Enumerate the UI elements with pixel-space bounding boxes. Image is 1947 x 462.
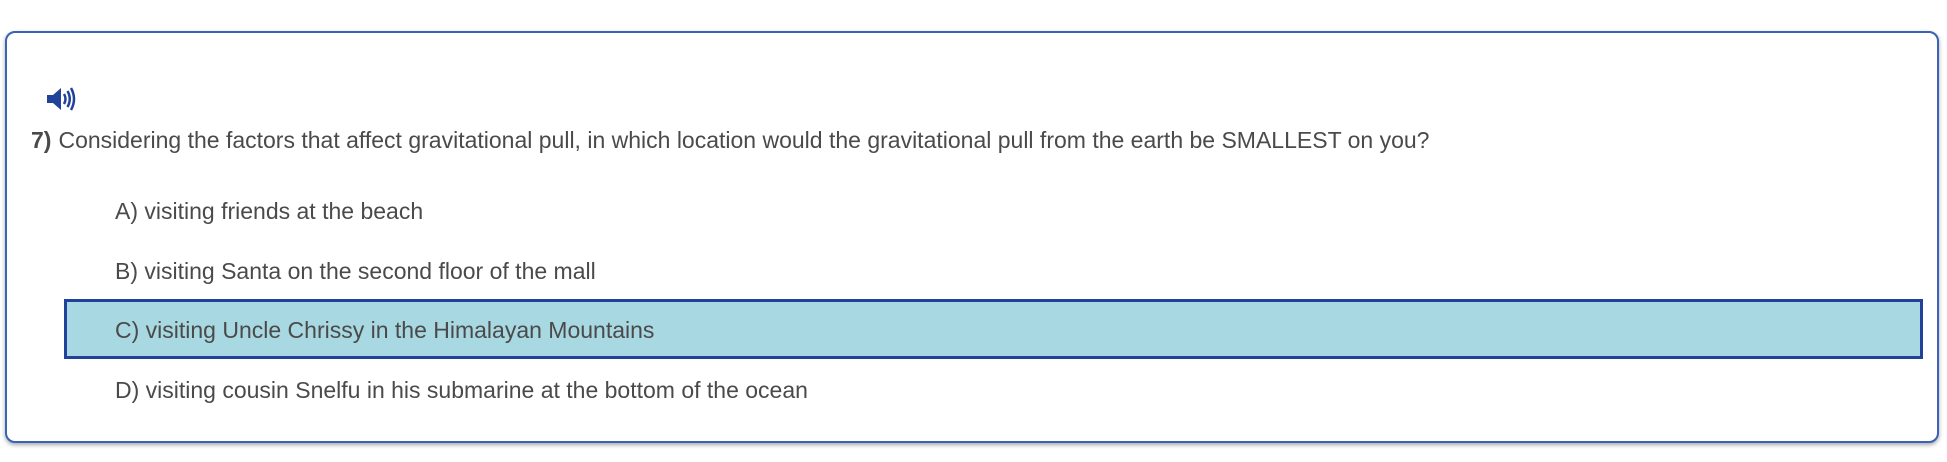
answer-option-a[interactable]: A) visiting friends at the beach xyxy=(64,180,1923,240)
question-card: 7) Considering the factors that affect gr… xyxy=(5,31,1939,443)
answer-option-label: B) visiting Santa on the second floor of… xyxy=(115,258,596,284)
answer-option-label: A) visiting friends at the beach xyxy=(115,198,424,224)
question-number: 7) xyxy=(31,127,52,153)
speaker-icon[interactable] xyxy=(43,83,83,115)
question-prompt: Considering the factors that affect grav… xyxy=(58,127,1430,153)
answer-option-d[interactable]: D) visiting cousin Snelfu in his submari… xyxy=(64,359,1923,419)
answer-option-b[interactable]: B) visiting Santa on the second floor of… xyxy=(64,240,1923,300)
question-text: 7) Considering the factors that affect gr… xyxy=(31,127,1917,154)
answer-option-label: C) visiting Uncle Chrissy in the Himalay… xyxy=(115,317,655,343)
answer-option-c[interactable]: C) visiting Uncle Chrissy in the Himalay… xyxy=(64,299,1923,359)
answer-option-label: D) visiting cousin Snelfu in his submari… xyxy=(115,377,808,403)
